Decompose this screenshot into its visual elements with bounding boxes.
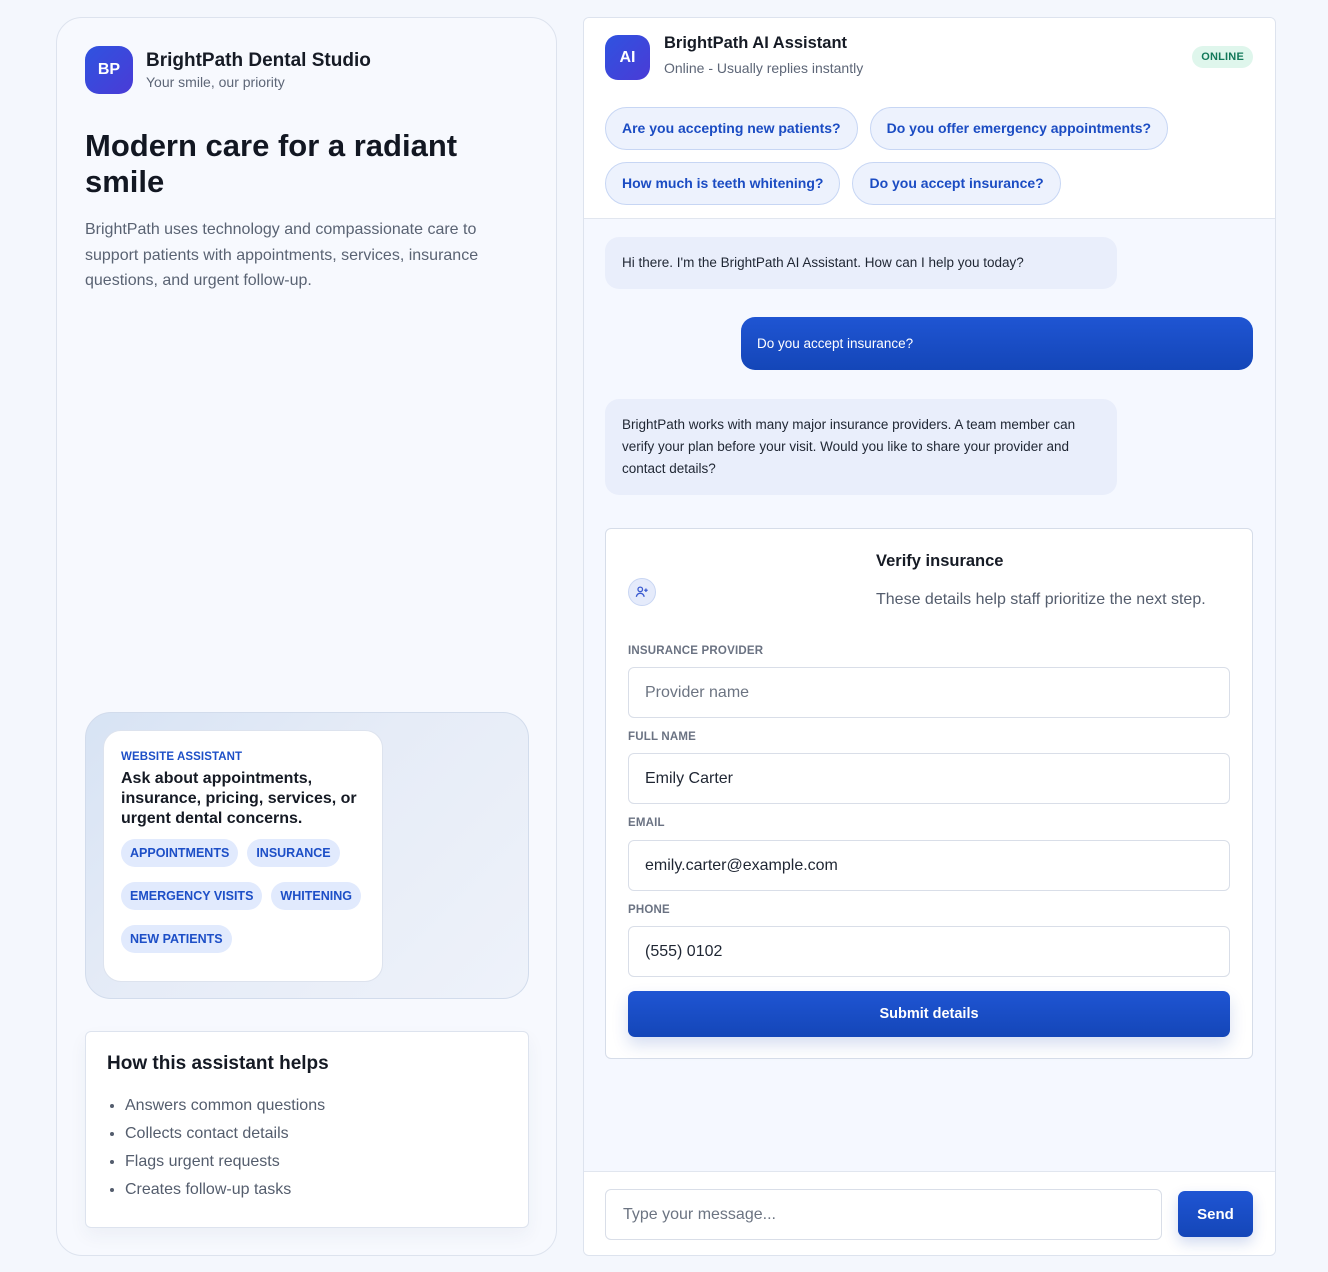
topic-chip-insurance: INSURANCE bbox=[247, 839, 340, 867]
topic-chip-new-patients: NEW PATIENTS bbox=[121, 925, 232, 953]
assistant-helps-card: How this assistant helps Answers common … bbox=[85, 1031, 529, 1228]
insurance-provider-label: INSURANCE PROVIDER bbox=[628, 645, 764, 657]
clinic-info-panel: BP BrightPath Dental Studio Your smile, … bbox=[56, 17, 557, 1256]
quick-reply-whitening[interactable]: How much is teeth whitening? bbox=[605, 162, 841, 205]
form-title: Verify insurance bbox=[876, 552, 1004, 570]
message-composer: Send bbox=[584, 1171, 1275, 1255]
assistant-eyebrow: WEBSITE ASSISTANT bbox=[121, 751, 243, 763]
chat-header: AI BrightPath AI Assistant Online - Usua… bbox=[584, 18, 1275, 219]
user-plus-icon bbox=[628, 578, 656, 606]
message-input[interactable] bbox=[605, 1189, 1162, 1240]
phone-label: PHONE bbox=[628, 904, 670, 916]
brand: BP BrightPath Dental Studio Your smile, … bbox=[85, 46, 371, 94]
assistant-description: Ask about appointments, insurance, prici… bbox=[121, 770, 357, 827]
send-button[interactable]: Send bbox=[1178, 1191, 1253, 1237]
online-badge: ONLINE bbox=[1192, 46, 1253, 68]
assistant-name: BrightPath AI Assistant bbox=[664, 34, 848, 52]
hero-title: Modern care for a radiant smile bbox=[85, 128, 458, 199]
verify-insurance-form: Verify insurance These details help staf… bbox=[605, 528, 1253, 1059]
submit-details-button[interactable]: Submit details bbox=[628, 991, 1230, 1037]
quick-reply-insurance[interactable]: Do you accept insurance? bbox=[852, 162, 1061, 205]
insurance-provider-input[interactable] bbox=[628, 667, 1230, 718]
full-name-label: FULL NAME bbox=[628, 731, 697, 743]
helps-title: How this assistant helps bbox=[107, 1053, 329, 1074]
quick-reply-emergency[interactable]: Do you offer emergency appointments? bbox=[869, 107, 1169, 150]
topic-chip-emergency-visits: EMERGENCY VISITS bbox=[121, 882, 263, 910]
brand-logo: BP bbox=[85, 46, 133, 94]
assistant-preview-inner: WEBSITE ASSISTANT Ask about appointments… bbox=[103, 730, 383, 982]
brand-name: BrightPath Dental Studio bbox=[146, 50, 371, 71]
full-name-input[interactable] bbox=[628, 753, 1230, 804]
list-item: Creates follow-up tasks bbox=[125, 1176, 507, 1204]
email-input[interactable] bbox=[628, 840, 1230, 891]
assistant-avatar: AI bbox=[605, 35, 650, 80]
assistant-status: Online - Usually replies instantly bbox=[664, 60, 864, 76]
user-message: Do you accept insurance? bbox=[741, 317, 1253, 370]
helps-list: Answers common questions Collects contac… bbox=[107, 1092, 507, 1204]
topic-chips: APPOINTMENTS INSURANCE EMERGENCY VISITS … bbox=[121, 839, 366, 953]
chat-panel: AI BrightPath AI Assistant Online - Usua… bbox=[583, 17, 1276, 1256]
phone-input[interactable] bbox=[628, 926, 1230, 977]
quick-reply-new-patients[interactable]: Are you accepting new patients? bbox=[605, 107, 858, 150]
quick-replies: Are you accepting new patients? Do you o… bbox=[605, 107, 1225, 205]
assistant-preview-card: WEBSITE ASSISTANT Ask about appointments… bbox=[85, 712, 529, 999]
bot-message: BrightPath works with many major insuran… bbox=[605, 399, 1117, 495]
bot-message: Hi there. I'm the BrightPath AI Assistan… bbox=[605, 237, 1117, 289]
email-label: EMAIL bbox=[628, 817, 665, 829]
brand-tagline: Your smile, our priority bbox=[146, 74, 285, 90]
topic-chip-whitening: WHITENING bbox=[271, 882, 361, 910]
list-item: Answers common questions bbox=[125, 1092, 507, 1120]
topic-chip-appointments: APPOINTMENTS bbox=[121, 839, 239, 867]
form-subtitle: These details help staff prioritize the … bbox=[876, 591, 1206, 608]
hero-description: BrightPath uses technology and compassio… bbox=[85, 221, 479, 289]
list-item: Collects contact details bbox=[125, 1120, 507, 1148]
list-item: Flags urgent requests bbox=[125, 1148, 507, 1176]
